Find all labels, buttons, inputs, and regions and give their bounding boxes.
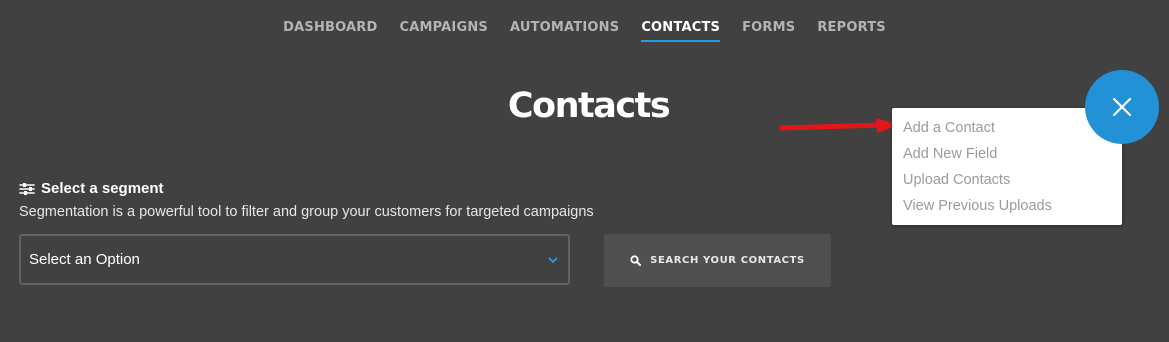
nav-contacts[interactable]: CONTACTS xyxy=(641,20,721,42)
close-icon xyxy=(1112,97,1132,117)
nav-campaigns[interactable]: CAMPAIGNS xyxy=(400,20,488,42)
segment-heading: Select a segment xyxy=(19,180,164,197)
nav-dashboard[interactable]: DASHBOARD xyxy=(283,20,377,42)
menu-item-view-uploads[interactable]: View Previous Uploads xyxy=(892,196,1122,222)
search-icon xyxy=(630,255,642,266)
segment-description: Segmentation is a powerful tool to filte… xyxy=(19,204,594,220)
menu-item-upload-contacts[interactable]: Upload Contacts xyxy=(892,170,1122,196)
sliders-icon xyxy=(19,182,35,195)
segment-heading-label: Select a segment xyxy=(41,180,164,197)
segment-select-value: Select an Option xyxy=(29,251,140,268)
close-menu-button[interactable] xyxy=(1085,70,1159,144)
menu-item-add-field[interactable]: Add New Field xyxy=(892,144,1122,170)
nav-reports[interactable]: REPORTS xyxy=(817,20,886,42)
add-contact-menu: Add a Contact Add New Field Upload Conta… xyxy=(892,108,1122,225)
chevron-down-icon xyxy=(548,256,558,263)
search-contacts-button[interactable]: SEARCH YOUR CONTACTS xyxy=(604,234,831,287)
main-nav: DASHBOARD CAMPAIGNS AUTOMATIONS CONTACTS… xyxy=(0,20,1169,42)
red-arrow-annotation xyxy=(779,118,899,133)
search-contacts-label: SEARCH YOUR CONTACTS xyxy=(650,255,805,266)
segment-select[interactable]: Select an Option xyxy=(19,234,570,285)
nav-automations[interactable]: AUTOMATIONS xyxy=(510,20,619,42)
nav-forms[interactable]: FORMS xyxy=(742,20,795,42)
